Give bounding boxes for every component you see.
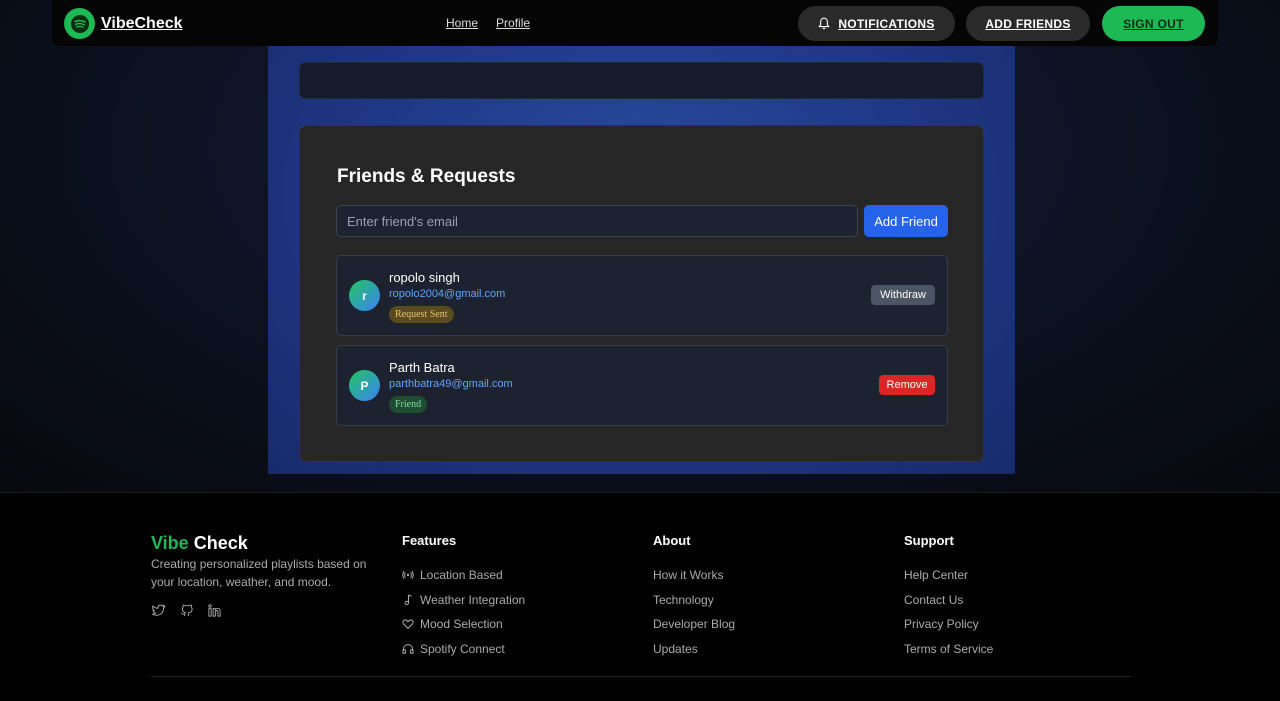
music-note-icon — [404, 594, 412, 605]
footer: Vibe Check Creating personalized playlis… — [0, 492, 1280, 701]
withdraw-button[interactable]: Withdraw — [871, 285, 935, 305]
logo[interactable]: VibeCheck — [64, 8, 183, 39]
footer-link-label: Location Based — [420, 568, 503, 583]
footer-link-how-it-works[interactable]: How it Works — [653, 563, 735, 588]
footer-link-technology[interactable]: Technology — [653, 588, 735, 613]
friend-name: Parth Batra — [389, 360, 455, 375]
headphones-icon — [402, 643, 414, 654]
footer-link-contact-us[interactable]: Contact Us — [904, 588, 993, 613]
notifications-label: NOTIFICATIONS — [838, 16, 935, 31]
footer-col-about: About How it Works Technology Developer … — [653, 533, 735, 661]
sign-out-button[interactable]: SIGN OUT — [1102, 6, 1205, 41]
footer-col-title: About — [653, 533, 691, 548]
main-panel: Friends & Requests Add Friend r ropolo s… — [268, 46, 1015, 474]
footer-link-developer-blog[interactable]: Developer Blog — [653, 612, 735, 637]
github-icon[interactable] — [179, 603, 194, 618]
footer-col-features: Features Location Based Weather Integrat… — [402, 533, 525, 661]
nav-links: Home Profile — [446, 16, 530, 30]
friend-row: P Parth Batra parthbatra49@gmail.com Fri… — [336, 345, 948, 426]
footer-brand-vibe: Vibe — [151, 533, 189, 553]
footer-link-location[interactable]: Location Based — [402, 563, 525, 588]
footer-link-updates[interactable]: Updates — [653, 637, 735, 662]
avatar: P — [349, 370, 380, 401]
heart-icon — [402, 619, 414, 630]
footer-brand-check: Check — [193, 533, 248, 553]
linkedin-icon[interactable] — [207, 603, 222, 618]
footer-link-privacy-policy[interactable]: Privacy Policy — [904, 612, 993, 637]
card-title: Friends & Requests — [337, 166, 516, 187]
avatar: r — [349, 280, 380, 311]
friend-email: ropolo2004@gmail.com — [389, 288, 506, 300]
footer-link-label: Weather Integration — [420, 592, 526, 607]
footer-col-support: Support Help Center Contact Us Privacy P… — [904, 533, 993, 661]
friend-email-input[interactable] — [336, 205, 858, 237]
friend-name: ropolo singh — [389, 270, 460, 285]
nav-link-home[interactable]: Home — [446, 16, 478, 30]
footer-divider — [151, 676, 1131, 677]
top-bar — [299, 62, 984, 99]
social-links — [151, 603, 222, 618]
footer-link-label: Spotify Connect — [420, 641, 505, 656]
friend-row: r ropolo singh ropolo2004@gmail.com Requ… — [336, 255, 948, 336]
remove-button[interactable]: Remove — [879, 375, 935, 395]
footer-link-help-center[interactable]: Help Center — [904, 563, 993, 588]
bell-icon — [818, 17, 831, 30]
footer-link-weather[interactable]: Weather Integration — [402, 588, 525, 613]
footer-col-title: Support — [904, 533, 954, 548]
footer-brand: Vibe Check — [151, 533, 248, 554]
notifications-button[interactable]: NOTIFICATIONS — [798, 6, 955, 41]
add-friends-button[interactable]: ADD FRIENDS — [966, 6, 1090, 41]
add-friend-button[interactable]: Add Friend — [864, 205, 948, 237]
broadcast-icon — [402, 570, 414, 580]
footer-link-spotify[interactable]: Spotify Connect — [402, 637, 525, 662]
spotify-icon — [64, 8, 95, 39]
status-badge: Request Sent — [389, 306, 454, 323]
footer-tagline: Creating personalized playlists based on… — [151, 557, 367, 589]
friend-email: parthbatra49@gmail.com — [389, 378, 513, 390]
friends-card: Friends & Requests Add Friend r ropolo s… — [299, 125, 984, 462]
twitter-icon[interactable] — [151, 603, 166, 618]
brand-name: VibeCheck — [101, 14, 183, 32]
navbar: VibeCheck Home Profile NOTIFICATIONS ADD… — [52, 0, 1218, 46]
footer-link-terms[interactable]: Terms of Service — [904, 637, 993, 662]
status-badge: Friend — [389, 396, 428, 413]
footer-col-title: Features — [402, 533, 457, 548]
nav-link-profile[interactable]: Profile — [496, 16, 530, 30]
footer-link-mood[interactable]: Mood Selection — [402, 612, 525, 637]
footer-link-label: Mood Selection — [420, 617, 503, 632]
